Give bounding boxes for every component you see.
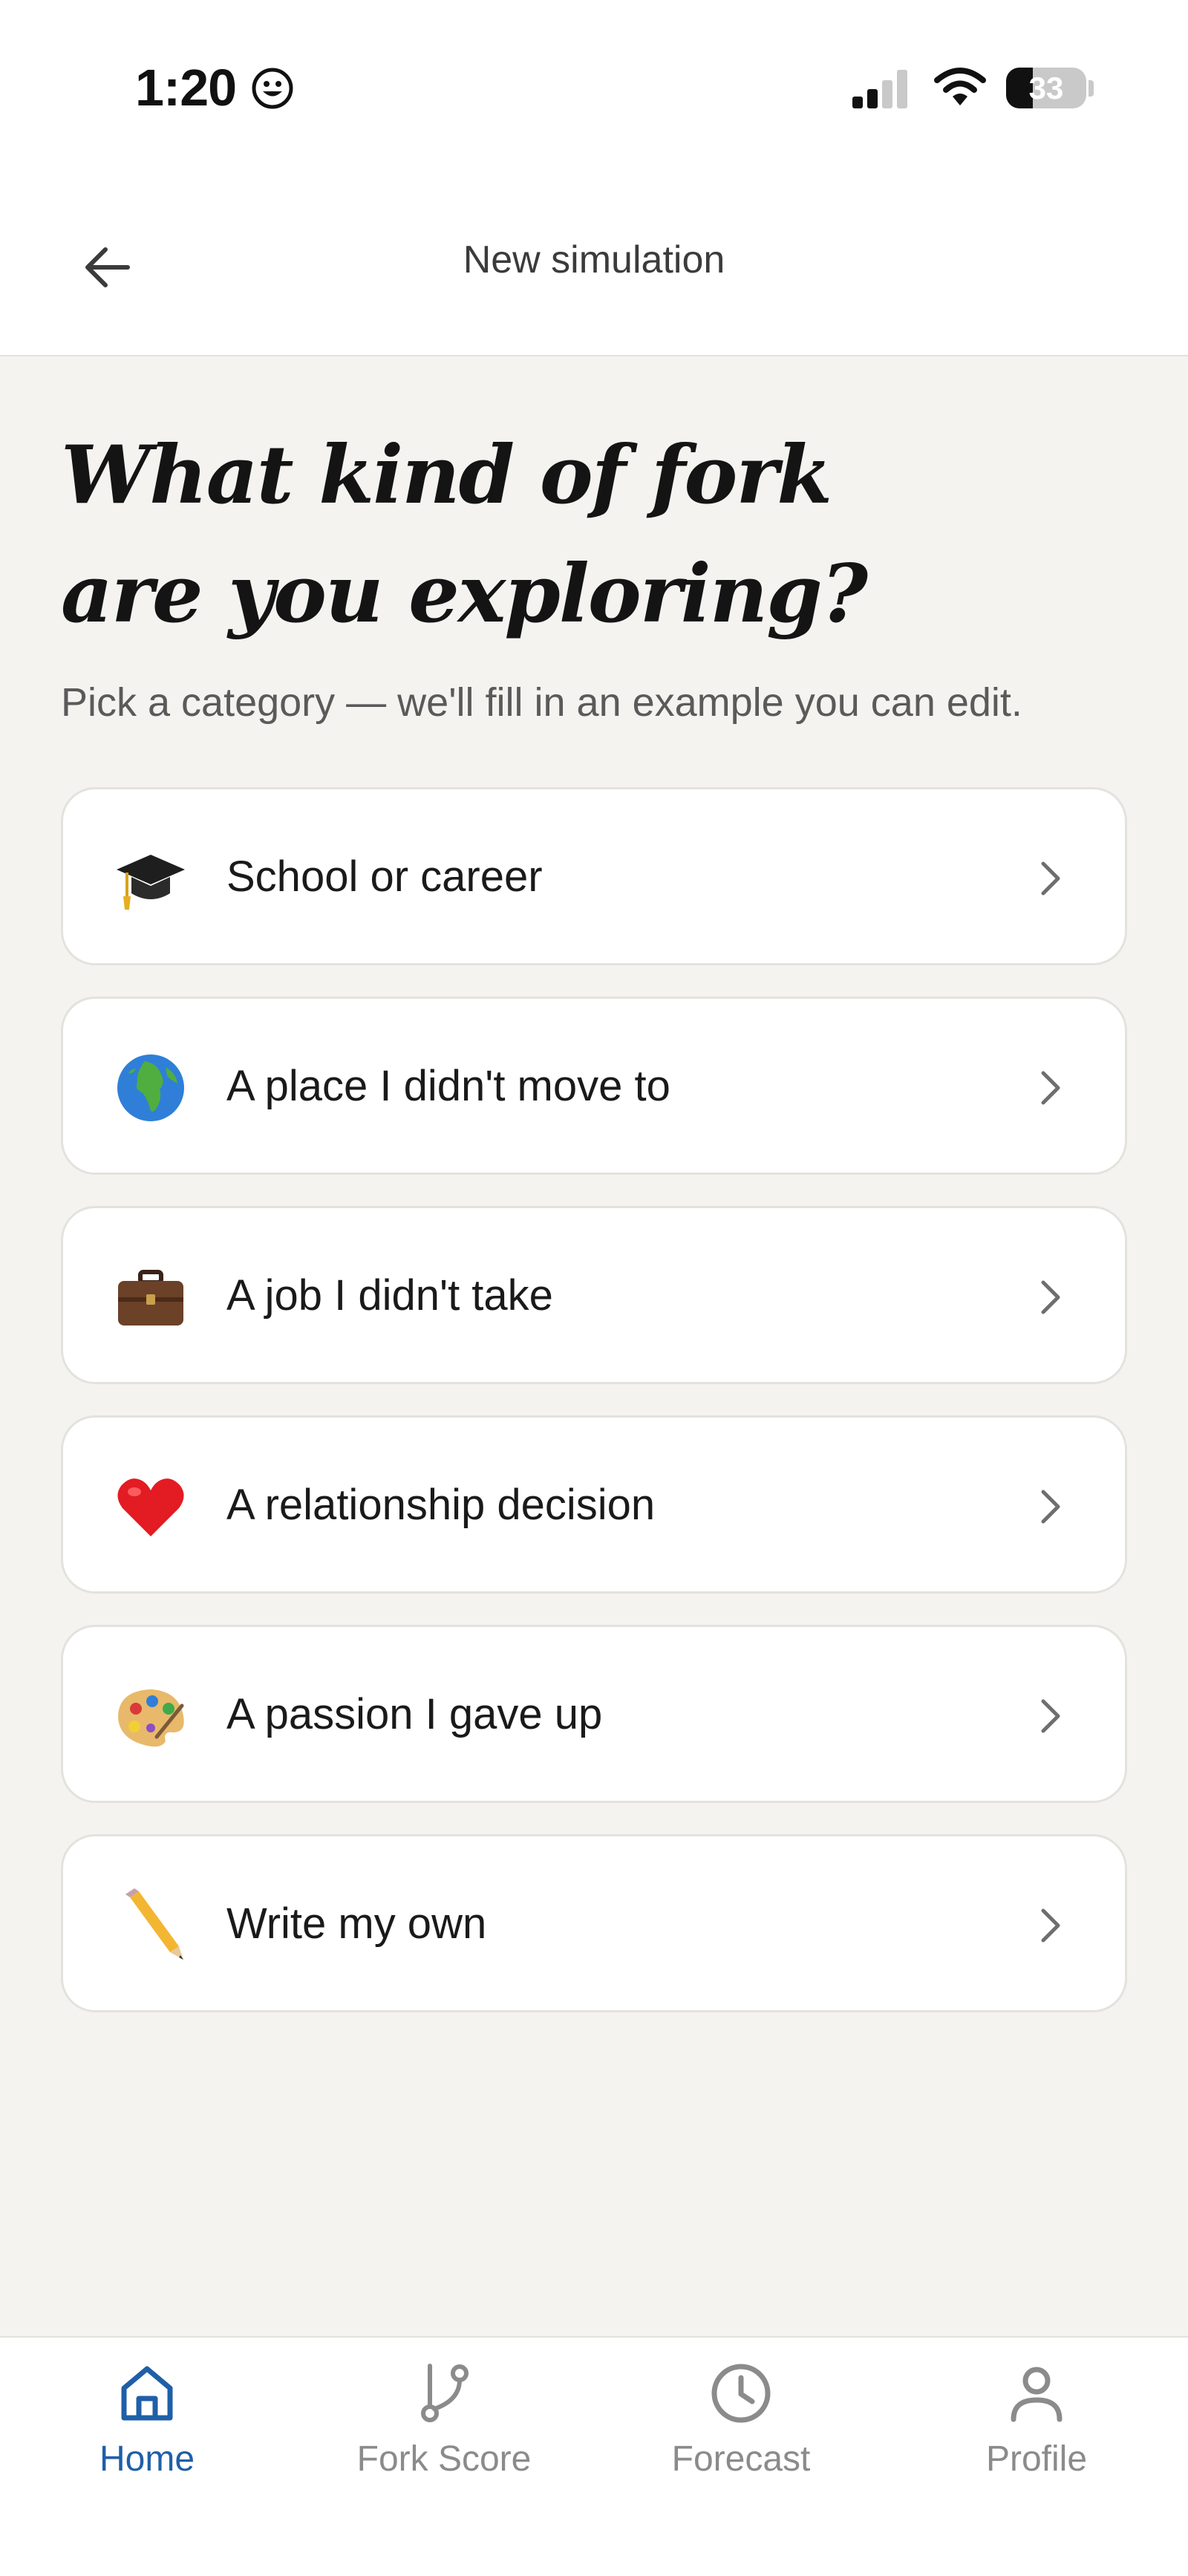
nav-label: Profile — [985, 2439, 1088, 2479]
battery-icon: 33 — [1006, 68, 1086, 108]
chevron-right-icon — [1041, 1490, 1060, 1524]
status-time: 1:20 — [135, 59, 237, 117]
option-label: A place I didn't move to — [226, 1062, 670, 1110]
option-label: A passion I gave up — [226, 1690, 603, 1738]
option-job-not-taken[interactable]: A job I didn't take — [61, 1206, 1127, 1384]
headline-line-2: are you exploring? — [61, 547, 868, 641]
nav-label: Fork Score — [356, 2439, 532, 2479]
option-label: Write my own — [226, 1900, 487, 1948]
chevron-right-icon — [1041, 1071, 1060, 1105]
bottom-nav: Home Fork Score Forecast Profile — [0, 2336, 1188, 2576]
nav-forecast[interactable]: Forecast — [622, 2360, 860, 2508]
clock-icon — [711, 2364, 771, 2423]
battery-cap — [1089, 80, 1094, 97]
option-write-my-own[interactable]: Write my own — [61, 1834, 1127, 2012]
page-title: New simulation — [463, 238, 725, 281]
pencil-icon — [114, 1888, 188, 1963]
smiley-icon — [252, 68, 293, 109]
chevron-right-icon — [1041, 1280, 1060, 1314]
nav-home[interactable]: Home — [28, 2360, 266, 2508]
option-place-not-moved-to[interactable]: A place I didn't move to — [61, 997, 1127, 1175]
category-list: School or career A place I didn't move t… — [61, 787, 1127, 2044]
heart-icon — [114, 1470, 188, 1544]
header: New simulation — [0, 178, 1188, 356]
chevron-right-icon — [1041, 1699, 1060, 1733]
battery-percent: 33 — [1028, 70, 1064, 105]
chevron-right-icon — [1041, 861, 1060, 896]
palette-icon — [114, 1679, 188, 1753]
home-icon — [121, 2366, 173, 2421]
globe-icon — [114, 1051, 188, 1125]
option-school-or-career[interactable]: School or career — [61, 787, 1127, 965]
wifi-icon — [934, 68, 986, 105]
headline: What kind of fork are you exploring? — [61, 416, 1100, 653]
nav-fork-score[interactable]: Fork Score — [325, 2360, 563, 2508]
chevron-right-icon — [1041, 1908, 1060, 1943]
nav-label: Home — [99, 2439, 195, 2479]
subtitle: Pick a category — we'll fill in an examp… — [61, 680, 1022, 725]
person-icon — [1011, 2367, 1063, 2422]
nav-profile[interactable]: Profile — [918, 2360, 1155, 2508]
option-label: School or career — [226, 852, 543, 901]
briefcase-icon — [114, 1260, 188, 1334]
option-relationship-decision[interactable]: A relationship decision — [61, 1415, 1127, 1594]
cellular-signal-icon — [852, 70, 907, 108]
option-label: A relationship decision — [226, 1481, 656, 1529]
option-passion-given-up[interactable]: A passion I gave up — [61, 1625, 1127, 1803]
option-label: A job I didn't take — [226, 1271, 553, 1320]
nav-label: Forecast — [671, 2439, 811, 2479]
headline-line-1: What kind of fork — [61, 428, 832, 522]
graduation-cap-icon — [114, 841, 188, 916]
status-bar: 1:20 33 — [0, 0, 1188, 178]
screen: 1:20 33 New simulation What kind of fork… — [0, 0, 1188, 2576]
fork-icon — [421, 2364, 469, 2422]
